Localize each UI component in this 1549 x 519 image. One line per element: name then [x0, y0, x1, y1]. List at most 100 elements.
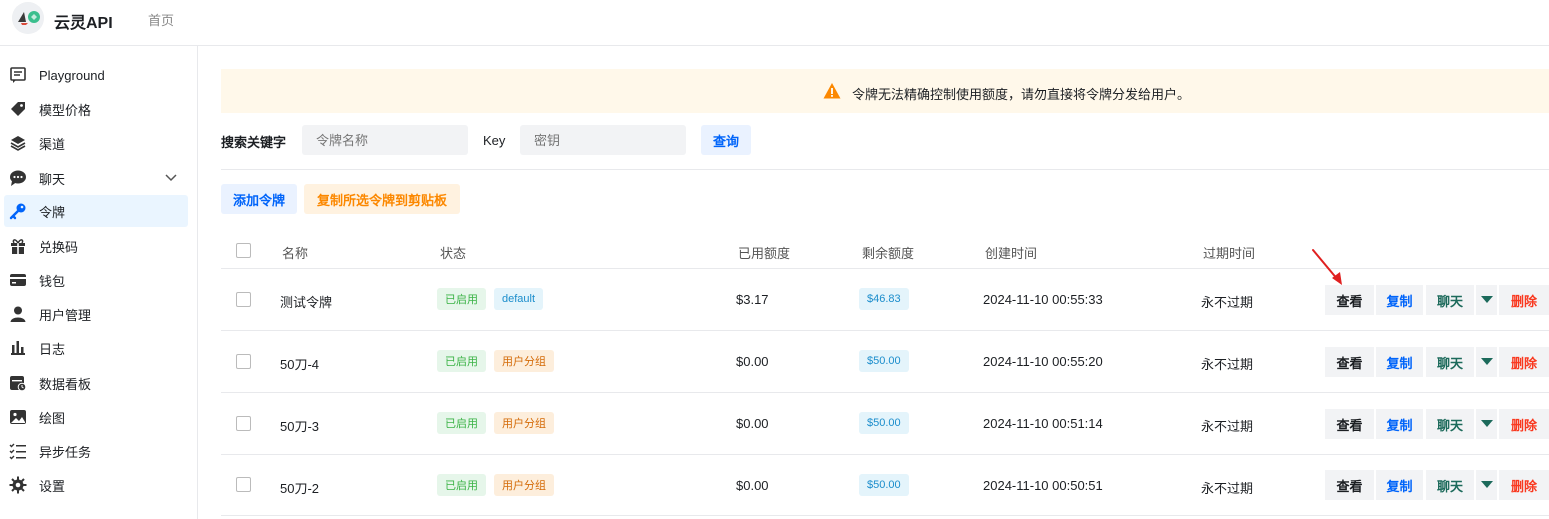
- created-time: 2024-11-10 00:50:51: [983, 478, 1103, 493]
- chat-dropdown-button[interactable]: [1476, 285, 1497, 315]
- caret-down-icon: [1480, 420, 1493, 427]
- copy-button[interactable]: 复制: [1376, 347, 1423, 377]
- sidebar-item-label: Playground: [39, 67, 105, 83]
- image-icon: [10, 410, 26, 424]
- chat-button[interactable]: 聊天: [1426, 347, 1474, 377]
- group-badge: default: [494, 288, 544, 310]
- calendar-clock-icon: [10, 376, 27, 392]
- used-quota: $0.00: [736, 478, 769, 493]
- sidebar-item-label: 聊天: [39, 171, 66, 187]
- key-input[interactable]: [520, 125, 686, 155]
- used-quota: $0.00: [736, 416, 769, 431]
- row-checkbox[interactable]: [236, 416, 251, 431]
- sidebar-item-users[interactable]: 用户管理: [4, 298, 188, 330]
- annotation-arrow-icon: [1312, 249, 1342, 285]
- row-checkbox[interactable]: [236, 354, 251, 369]
- search-label: 搜索关键字: [221, 135, 287, 150]
- sidebar-item-label: 设置: [39, 478, 66, 494]
- sidebar-item-label: 模型价格: [39, 102, 92, 118]
- sidebar-item-tokens[interactable]: 令牌: [4, 195, 188, 227]
- chevron-down-icon[interactable]: [164, 170, 178, 184]
- layers-icon: [10, 136, 26, 151]
- chat-button[interactable]: 聊天: [1426, 470, 1474, 500]
- credit-card-icon: [10, 274, 26, 286]
- sidebar-item-settings[interactable]: 设置: [4, 469, 188, 501]
- divider: [221, 454, 1549, 455]
- delete-button[interactable]: 删除: [1499, 285, 1549, 315]
- sidebar: Playground 模型价格 渠道 聊天 令牌 兑换码 钱包 用户管理 日志 …: [0, 46, 198, 519]
- token-name: 50刀-4: [280, 357, 320, 372]
- delete-button[interactable]: 删除: [1499, 470, 1549, 500]
- add-token-button[interactable]: 添加令牌: [221, 184, 297, 214]
- key-label: Key: [483, 133, 506, 148]
- row-checkbox[interactable]: [236, 292, 251, 307]
- used-quota: $3.17: [736, 292, 769, 307]
- divider: [221, 268, 1549, 269]
- status-badge: 已启用: [437, 474, 486, 496]
- view-button[interactable]: 查看: [1325, 470, 1374, 500]
- view-button[interactable]: 查看: [1325, 409, 1374, 439]
- row-checkbox[interactable]: [236, 477, 251, 492]
- divider: [221, 169, 1549, 170]
- sidebar-item-dashboard[interactable]: 数据看板: [4, 367, 188, 399]
- col-header-remaining: 剩余额度: [862, 246, 915, 261]
- chat-button[interactable]: 聊天: [1426, 285, 1474, 315]
- sidebar-item-label: 数据看板: [39, 376, 92, 392]
- comment-icon: [10, 170, 26, 186]
- remaining-quota-badge: $46.83: [859, 288, 909, 310]
- col-header-used: 已用额度: [738, 246, 791, 261]
- copy-button[interactable]: 复制: [1376, 409, 1423, 439]
- sidebar-item-logs[interactable]: 日志: [4, 332, 188, 364]
- sidebar-item-drawing[interactable]: 绘图: [4, 401, 188, 433]
- sidebar-item-label: 异步任务: [39, 444, 92, 460]
- select-all-checkbox[interactable]: [236, 243, 251, 258]
- copy-button[interactable]: 复制: [1376, 285, 1423, 315]
- delete-button[interactable]: 删除: [1499, 347, 1549, 377]
- caret-down-icon: [1480, 358, 1493, 365]
- warning-icon: [823, 83, 841, 99]
- caret-down-icon: [1480, 481, 1493, 488]
- warning-banner: 令牌无法精确控制使用额度，请勿直接将令牌分发给用户。: [221, 69, 1549, 113]
- chat-dropdown-button[interactable]: [1476, 470, 1497, 500]
- settings-icon: [9, 476, 27, 494]
- sidebar-item-pricing[interactable]: 模型价格: [4, 93, 188, 125]
- status-badge: 已启用: [437, 288, 486, 310]
- sidebar-item-channels[interactable]: 渠道: [4, 127, 188, 159]
- col-header-created: 创建时间: [985, 246, 1038, 261]
- remaining-quota-badge: $50.00: [859, 412, 909, 434]
- gift-icon: [11, 239, 25, 254]
- expire-time: 永不过期: [1201, 357, 1254, 372]
- sidebar-item-chat[interactable]: 聊天: [4, 162, 188, 194]
- query-button[interactable]: 查询: [701, 125, 751, 155]
- divider: [221, 515, 1549, 516]
- sidebar-item-playground[interactable]: Playground: [4, 59, 188, 91]
- view-button[interactable]: 查看: [1325, 285, 1374, 315]
- sidebar-item-wallet[interactable]: 钱包: [4, 264, 188, 296]
- token-name: 50刀-2: [280, 481, 320, 496]
- divider: [221, 392, 1549, 393]
- created-time: 2024-11-10 00:55:33: [983, 292, 1103, 307]
- created-time: 2024-11-10 00:55:20: [983, 354, 1103, 369]
- group-badge: 用户分组: [494, 412, 554, 434]
- copy-selected-button[interactable]: 复制所选令牌到剪贴板: [304, 184, 460, 214]
- copy-button[interactable]: 复制: [1376, 470, 1423, 500]
- remaining-quota-badge: $50.00: [859, 474, 909, 496]
- sidebar-item-redeem[interactable]: 兑换码: [4, 230, 188, 262]
- sidebar-item-tasks[interactable]: 异步任务: [4, 435, 188, 467]
- col-header-expires: 过期时间: [1203, 246, 1256, 261]
- expire-time: 永不过期: [1201, 295, 1254, 310]
- chat-dropdown-button[interactable]: [1476, 347, 1497, 377]
- tag-icon: [11, 102, 25, 116]
- chat-dropdown-button[interactable]: [1476, 409, 1497, 439]
- view-button[interactable]: 查看: [1325, 347, 1374, 377]
- sidebar-item-label: 渠道: [39, 136, 66, 152]
- caret-down-icon: [1480, 296, 1493, 303]
- delete-button[interactable]: 删除: [1499, 409, 1549, 439]
- app-logo[interactable]: [12, 2, 44, 34]
- group-badge: 用户分组: [494, 474, 554, 496]
- nav-home-link[interactable]: 首页: [148, 10, 174, 29]
- sidebar-item-label: 日志: [39, 341, 66, 357]
- sidebar-item-label: 钱包: [39, 273, 66, 289]
- token-name-input[interactable]: [302, 125, 468, 155]
- chat-button[interactable]: 聊天: [1426, 409, 1474, 439]
